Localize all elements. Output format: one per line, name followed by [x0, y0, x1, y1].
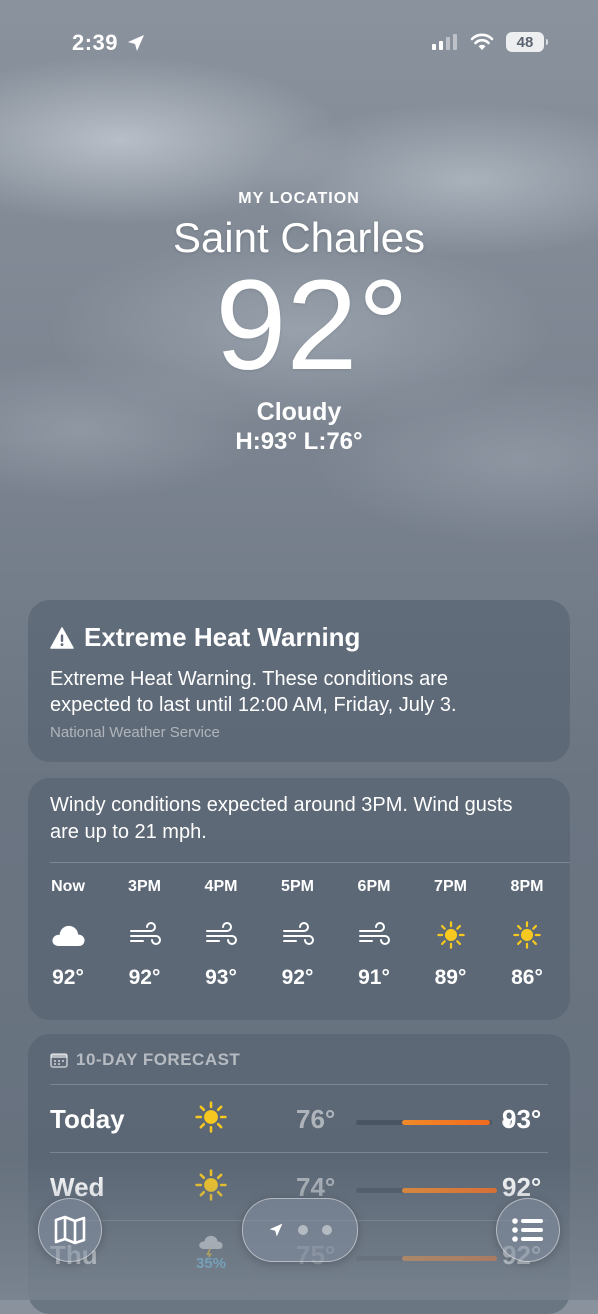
hour-temp: 86° — [511, 966, 543, 989]
hour-temp: 92° — [52, 966, 84, 989]
divider — [50, 1152, 548, 1153]
hour-icon — [358, 918, 390, 952]
hour-label: 3PM — [128, 878, 161, 895]
hour-icon — [205, 918, 237, 952]
hour-label: 8PM — [510, 878, 544, 895]
hour-icon — [50, 918, 86, 952]
location-label: MY LOCATION — [238, 190, 360, 207]
page-dot[interactable] — [322, 1225, 332, 1235]
hour-label: 7PM — [434, 878, 467, 895]
signal-icon — [432, 34, 457, 50]
hourly-forecast-card[interactable]: Windy conditions expected around 3PM. Wi… — [28, 778, 570, 1020]
hour-icon — [129, 918, 161, 952]
hour-icon — [513, 918, 541, 952]
battery-icon: 48 — [506, 32, 548, 52]
ten-day-header: 10-DAY FORECAST — [50, 1050, 240, 1070]
heat-warning-card[interactable]: Extreme Heat Warning Extreme Heat Warnin… — [28, 600, 570, 762]
hourly-item: 6PM 91° — [344, 878, 404, 990]
page-indicator[interactable] — [242, 1198, 358, 1262]
warning-title: Extreme Heat Warning — [84, 622, 361, 652]
day-name: Today — [50, 1104, 125, 1134]
sun-icon — [513, 921, 541, 949]
warning-title-row: Extreme Heat Warning — [50, 622, 360, 653]
sun-icon — [195, 1101, 227, 1133]
list-icon — [512, 1218, 543, 1242]
hourly-item: 4PM 93° — [191, 878, 251, 990]
hourly-item: 7PM 89° — [421, 878, 481, 990]
hourly-item: 8PM 86° — [497, 878, 557, 990]
warning-triangle-icon — [50, 626, 74, 649]
sun-icon — [436, 921, 465, 949]
divider — [50, 1084, 548, 1085]
status-icons: 48 — [432, 32, 548, 52]
high-low: H:93° L:76° — [235, 428, 363, 455]
hour-temp: 92° — [128, 966, 161, 989]
calendar-icon — [50, 1053, 68, 1068]
clock-text: 2:39 — [72, 30, 119, 55]
hour-label: Now — [51, 878, 85, 895]
hourly-item: 5PM 92° — [268, 878, 328, 990]
wind-icon — [282, 922, 314, 945]
day-low: 76° — [296, 1104, 336, 1134]
hour-label: 5PM — [281, 878, 314, 895]
hourly-summary: Windy conditions expected around 3PM. Wi… — [50, 794, 513, 843]
hour-label: 4PM — [204, 878, 238, 895]
current-condition: Cloudy — [256, 398, 342, 426]
battery-level: 48 — [516, 33, 534, 51]
wind-icon — [129, 922, 161, 945]
status-time: 2:39 — [72, 30, 146, 56]
divider — [50, 862, 570, 863]
wind-icon — [206, 922, 237, 945]
warning-body: Extreme Heat Warning. These conditions a… — [50, 668, 457, 716]
temp-range-fill — [402, 1120, 491, 1125]
hour-temp: 91° — [358, 966, 390, 989]
hour-label: 6PM — [357, 878, 391, 895]
cloud-icon — [52, 925, 85, 946]
ten-day-title: 10-DAY FORECAST — [76, 1050, 241, 1069]
map-button[interactable] — [38, 1198, 102, 1262]
hourly-item: 3PM 92° — [115, 878, 175, 990]
current-temperature: 92° — [215, 254, 409, 397]
location-arrow-icon — [128, 35, 145, 51]
daily-row[interactable]: Today 76° 93° — [50, 1084, 548, 1152]
hour-temp: 93° — [205, 966, 237, 989]
hour-temp: 89° — [434, 966, 467, 989]
list-button[interactable] — [496, 1198, 560, 1262]
day-high: 93° — [502, 1104, 542, 1134]
wifi-icon — [470, 33, 494, 50]
hourly-item: Now 92° — [38, 878, 98, 990]
page-dot[interactable] — [298, 1225, 308, 1235]
hour-icon — [282, 918, 314, 952]
wind-icon — [359, 922, 390, 945]
hour-temp: 92° — [281, 966, 314, 989]
location-arrow-icon — [269, 1223, 283, 1237]
day-icon — [192, 1098, 230, 1136]
map-icon — [54, 1215, 86, 1245]
temp-range-bar — [356, 1118, 511, 1127]
hour-icon — [436, 918, 465, 952]
warning-source: National Weather Service — [50, 724, 220, 741]
